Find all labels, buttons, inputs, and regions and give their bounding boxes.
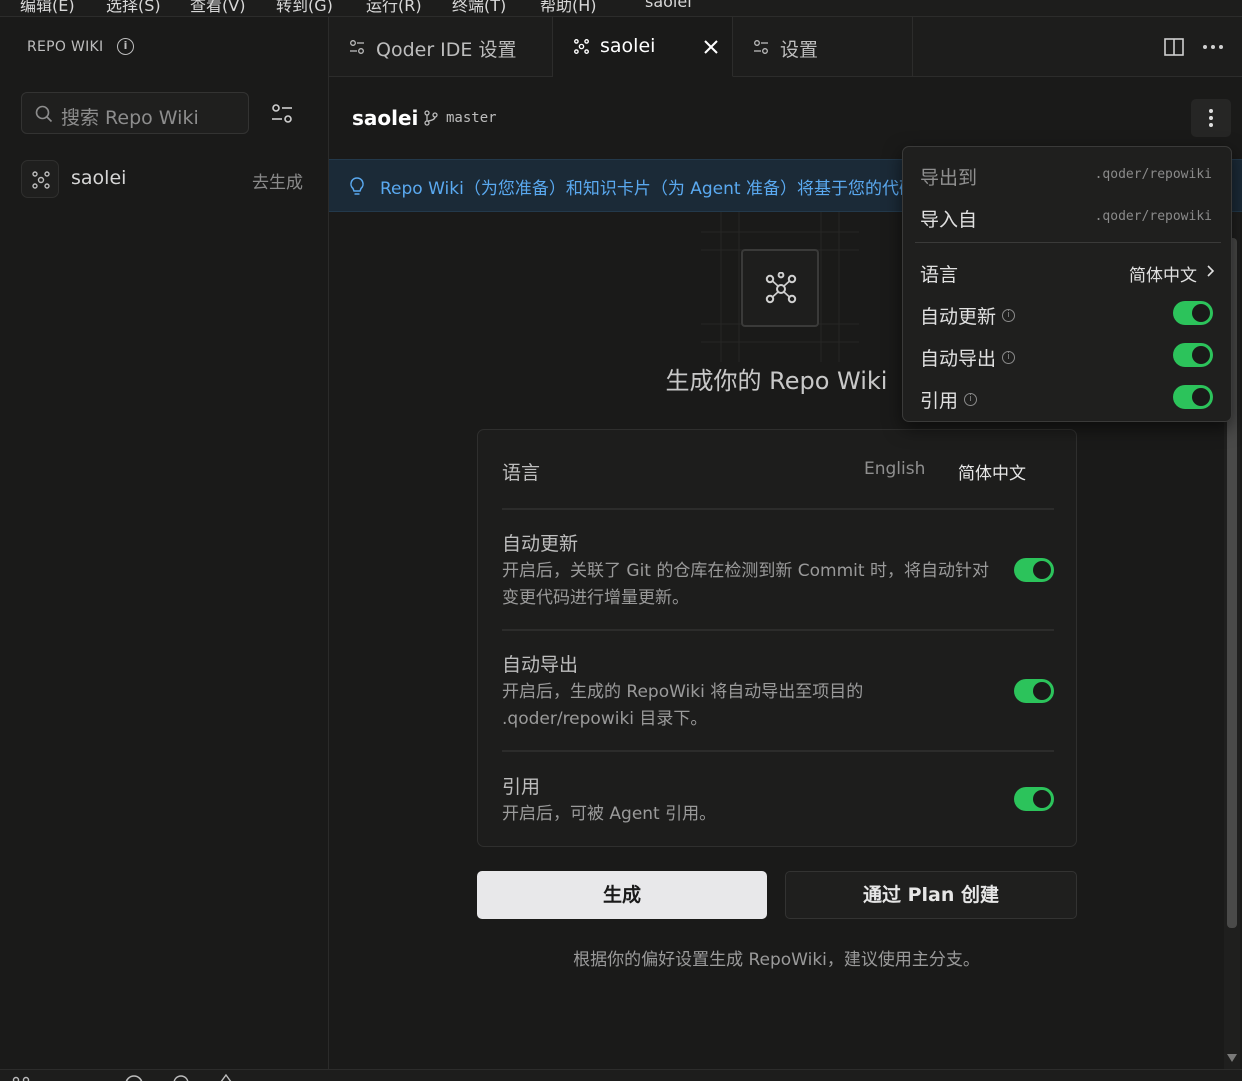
menu-help[interactable]: 帮助(H) [540,0,597,16]
tab-label: saolei [600,35,656,57]
repo-wiki-options-menu: 导出到 .qoder/repowiki 导入自 .qoder/repowiki … [902,146,1232,422]
sidebar-item-saolei[interactable]: saolei 去生成 [21,160,311,198]
git-branch-icon [424,110,438,126]
generate-button[interactable]: 生成 [477,871,767,919]
remote-icon[interactable] [12,1074,32,1081]
menu-auto-export-label: 自动导出 [920,348,997,370]
warning-icon[interactable] [217,1074,235,1081]
menu-view[interactable]: 查看(V) [190,0,245,16]
settings-sliders-icon [350,40,364,54]
branch-name[interactable]: master [446,110,497,126]
repo-wiki-sidebar: REPO WIKI i 搜索 Repo Wiki saolei 去生成 [0,17,329,1069]
menu-reference-toggle[interactable] [1173,385,1213,409]
more-actions-icon[interactable] [1202,44,1224,50]
divider [502,508,1054,510]
reference-description: 开启后，可被 Agent 引用。 [502,804,717,824]
menu-item-export-to[interactable]: 导出到 [920,163,977,190]
info-icon[interactable]: i [964,393,978,406]
menu-item-import-from[interactable]: 导入自 [920,205,977,232]
menu-item-auto-update: 自动更新 i [920,302,1016,329]
menu-go[interactable]: 转到(G) [276,0,333,16]
menu-bar: 编辑(E) 选择(S) 查看(V) 转到(G) 运行(R) 终端(T) 帮助(H… [0,0,1242,17]
generation-settings-card: 语言 English 简体中文 自动更新 开启后，关联了 Git 的仓库在检测到… [477,429,1077,847]
more-options-button[interactable] [1191,99,1231,137]
menu-item-reference: 引用 i [920,386,978,413]
reference-toggle[interactable] [1014,787,1054,811]
tab-label: Qoder IDE 设置 [376,39,517,61]
scroll-down-arrow-icon[interactable] [1227,1054,1237,1062]
sync-icon[interactable] [123,1073,145,1081]
split-editor-icon[interactable] [1164,38,1184,56]
auto-update-description: 开启后，关联了 Git 的仓库在检测到新 Commit 时，将自动针对变更代码进… [502,561,989,608]
menu-auto-update-label: 自动更新 [920,306,997,328]
menu-selection[interactable]: 选择(S) [106,0,161,16]
divider [502,750,1054,752]
generation-hint: 根据你的偏好设置生成 RepoWiki，建议使用主分支。 [573,950,980,970]
menu-item-auto-export: 自动导出 i [920,344,1016,371]
menu-divider [915,242,1221,243]
filter-settings-icon[interactable] [270,103,294,125]
menu-item-language[interactable]: 语言 [920,260,958,287]
editor-tab-bar: Qoder IDE 设置 saolei 设置 [329,17,1242,77]
close-icon[interactable] [703,39,719,55]
status-bar [0,1069,1242,1081]
language-option-english[interactable]: English [864,459,925,479]
repo-wiki-hero-icon [741,249,819,327]
menu-language-value: 简体中文 [1129,266,1197,286]
info-icon[interactable]: i [117,38,134,55]
tab-saolei[interactable]: saolei [553,17,733,77]
auto-export-label: 自动导出 [502,654,579,676]
repo-name: saolei [71,167,127,189]
auto-update-label: 自动更新 [502,533,579,555]
lightbulb-icon [350,177,364,195]
tab-qoder-ide-settings[interactable]: Qoder IDE 设置 [329,17,553,77]
info-icon[interactable]: i [1002,351,1016,364]
tab-label: 设置 [780,39,819,61]
search-input[interactable]: 搜索 Repo Wiki [21,92,249,134]
menu-edit[interactable]: 编辑(E) [20,0,75,16]
menu-auto-export-toggle[interactable] [1173,343,1213,367]
error-icon[interactable] [172,1074,192,1081]
wiki-node-icon [21,160,59,198]
auto-update-toggle[interactable] [1014,558,1054,582]
kebab-menu-icon [1209,109,1213,127]
window-title: saolei [645,0,692,11]
page-title: saolei [352,106,419,130]
menu-run[interactable]: 运行(R) [366,0,422,16]
tab-settings[interactable]: 设置 [733,17,913,77]
menu-terminal[interactable]: 终端(T) [452,0,506,16]
reference-label: 引用 [502,776,541,798]
auto-export-description: 开启后，生成的 RepoWiki 将自动导出至项目的 .qoder/repowi… [502,682,864,729]
chevron-right-icon [1207,265,1215,277]
menu-auto-update-toggle[interactable] [1173,301,1213,325]
sidebar-title: REPO WIKI [27,39,104,55]
info-icon[interactable]: i [1002,309,1016,322]
search-placeholder: 搜索 Repo Wiki [61,107,199,129]
settings-sliders-icon [754,40,768,54]
search-icon [35,105,53,123]
auto-export-toggle[interactable] [1014,679,1054,703]
divider [502,629,1054,631]
wiki-node-icon [574,39,589,54]
language-option-chinese[interactable]: 简体中文 [958,459,1026,484]
import-path: .qoder/repowiki [1094,209,1212,224]
menu-reference-label: 引用 [920,390,959,412]
export-path: .qoder/repowiki [1094,167,1212,182]
generate-link[interactable]: 去生成 [252,168,303,193]
language-label: 语言 [502,462,541,484]
create-via-plan-button[interactable]: 通过 Plan 创建 [785,871,1077,919]
